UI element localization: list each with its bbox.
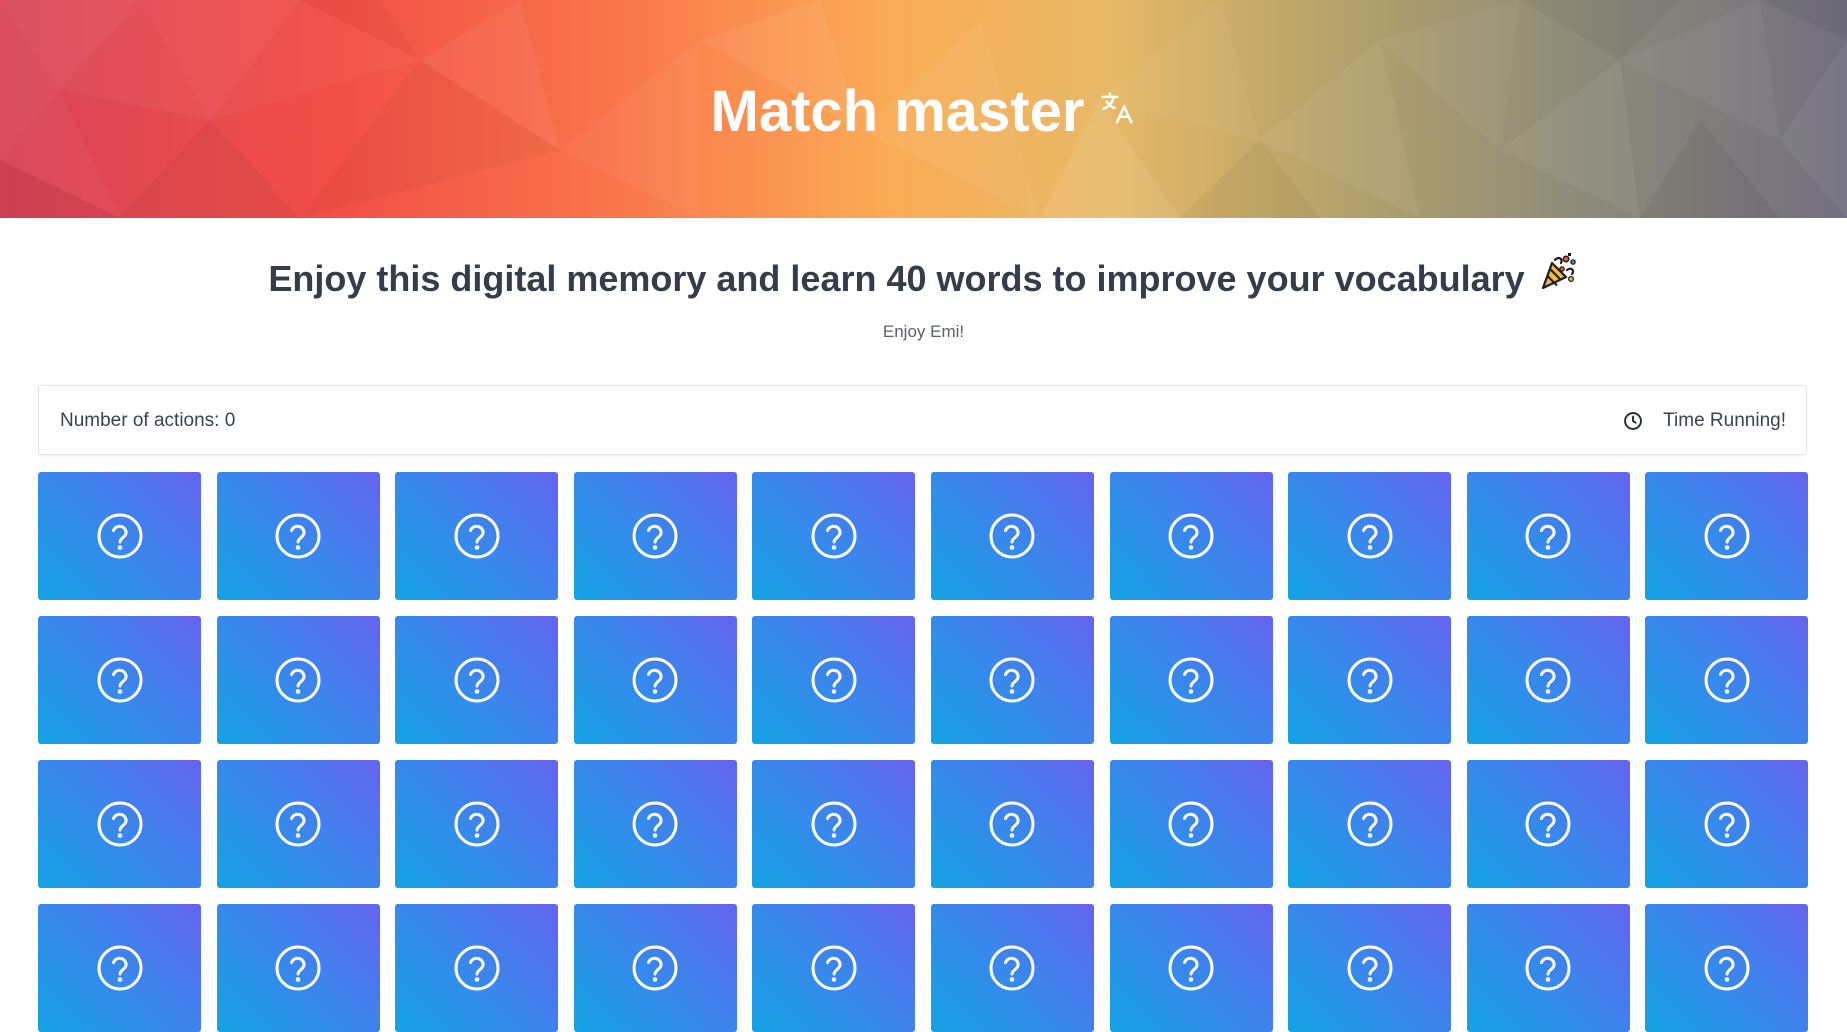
question-circle-icon <box>631 944 679 992</box>
memory-card[interactable] <box>1109 616 1273 744</box>
question-circle-icon <box>1346 512 1394 560</box>
memory-card[interactable] <box>216 904 380 1032</box>
question-circle-icon <box>1167 800 1215 848</box>
question-circle-icon <box>1703 512 1751 560</box>
memory-card[interactable] <box>1288 760 1452 888</box>
memory-card[interactable] <box>1645 616 1809 744</box>
app-title: Match master <box>0 72 1847 156</box>
question-circle-icon <box>631 800 679 848</box>
memory-card[interactable] <box>752 472 916 600</box>
translate-icon <box>1098 68 1136 148</box>
memory-card[interactable] <box>1288 472 1452 600</box>
memory-card[interactable] <box>1466 616 1630 744</box>
app-title-text: Match master <box>710 79 1085 144</box>
memory-card[interactable] <box>573 904 737 1032</box>
question-circle-icon <box>1703 944 1751 992</box>
memory-card[interactable] <box>1466 760 1630 888</box>
question-circle-icon <box>1703 800 1751 848</box>
question-circle-icon <box>1346 656 1394 704</box>
question-circle-icon <box>1703 656 1751 704</box>
memory-card[interactable] <box>752 904 916 1032</box>
memory-card[interactable] <box>1288 904 1452 1032</box>
question-circle-icon <box>810 800 858 848</box>
question-circle-icon <box>274 800 322 848</box>
question-circle-icon <box>631 512 679 560</box>
memory-card[interactable] <box>1466 472 1630 600</box>
question-circle-icon <box>1167 656 1215 704</box>
question-circle-icon <box>1524 512 1572 560</box>
question-circle-icon <box>1346 944 1394 992</box>
question-circle-icon <box>988 800 1036 848</box>
memory-card[interactable] <box>395 616 559 744</box>
question-circle-icon <box>453 944 501 992</box>
question-circle-icon <box>453 800 501 848</box>
question-circle-icon <box>1346 800 1394 848</box>
question-circle-icon <box>1167 512 1215 560</box>
memory-card[interactable] <box>1645 472 1809 600</box>
question-circle-icon <box>96 656 144 704</box>
question-circle-icon <box>274 512 322 560</box>
question-circle-icon <box>1167 944 1215 992</box>
question-circle-icon <box>988 656 1036 704</box>
question-circle-icon <box>274 944 322 992</box>
question-circle-icon <box>1524 656 1572 704</box>
memory-card[interactable] <box>930 472 1094 600</box>
intro-heading: Enjoy this digital memory and learn 40 w… <box>0 253 1847 309</box>
question-circle-icon <box>810 944 858 992</box>
clock-icon <box>1623 411 1643 431</box>
memory-card[interactable] <box>395 904 559 1032</box>
question-circle-icon <box>96 512 144 560</box>
memory-card[interactable] <box>930 760 1094 888</box>
question-circle-icon <box>988 944 1036 992</box>
memory-card[interactable] <box>1109 760 1273 888</box>
timer: Time Running! <box>1623 386 1786 456</box>
hero-banner: Match master <box>0 0 1847 218</box>
memory-card[interactable] <box>752 616 916 744</box>
memory-card[interactable] <box>573 760 737 888</box>
question-circle-icon <box>1524 800 1572 848</box>
memory-card[interactable] <box>1288 616 1452 744</box>
memory-card[interactable] <box>38 472 201 600</box>
memory-card[interactable] <box>930 904 1094 1032</box>
question-circle-icon <box>988 512 1036 560</box>
question-circle-icon <box>274 656 322 704</box>
memory-card[interactable] <box>395 472 559 600</box>
memory-card[interactable] <box>395 760 559 888</box>
question-circle-icon <box>453 656 501 704</box>
memory-card[interactable] <box>38 616 201 744</box>
question-circle-icon <box>810 512 858 560</box>
question-circle-icon <box>631 656 679 704</box>
intro-heading-text: Enjoy this digital memory and learn 40 w… <box>268 258 1525 300</box>
question-circle-icon <box>810 656 858 704</box>
question-circle-icon <box>96 944 144 992</box>
memory-card[interactable] <box>1645 760 1809 888</box>
actions-counter: Number of actions: 0 <box>60 410 236 431</box>
question-circle-icon <box>1524 944 1572 992</box>
status-bar: Number of actions: 0 Time Running! <box>38 385 1807 455</box>
memory-card[interactable] <box>930 616 1094 744</box>
memory-card[interactable] <box>1466 904 1630 1032</box>
question-circle-icon <box>96 800 144 848</box>
memory-card[interactable] <box>573 616 737 744</box>
card-grid <box>38 472 1809 1032</box>
memory-card[interactable] <box>216 472 380 600</box>
byline: Enjoy Emi! <box>882 322 965 341</box>
memory-card[interactable] <box>1645 904 1809 1032</box>
memory-card[interactable] <box>573 472 737 600</box>
memory-card[interactable] <box>1109 472 1273 600</box>
memory-card[interactable] <box>216 760 380 888</box>
memory-card[interactable] <box>1109 904 1273 1032</box>
question-circle-icon <box>453 512 501 560</box>
memory-card[interactable] <box>216 616 380 744</box>
memory-card[interactable] <box>38 760 201 888</box>
memory-card[interactable] <box>752 760 916 888</box>
memory-card[interactable] <box>38 904 201 1032</box>
timer-label: Time Running! <box>1663 410 1786 431</box>
party-popper-icon <box>1537 250 1579 305</box>
